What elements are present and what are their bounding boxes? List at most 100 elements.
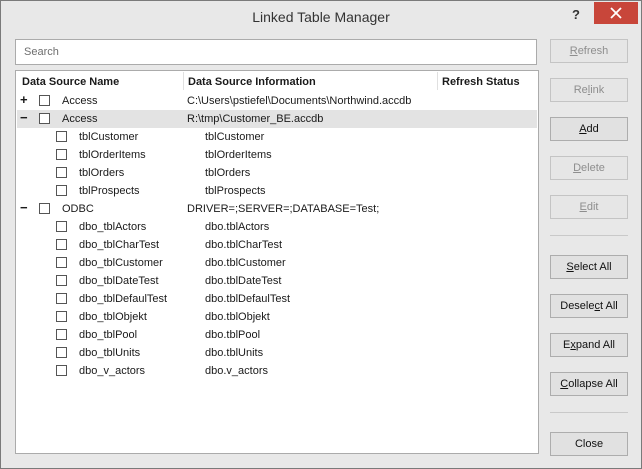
collapse-icon[interactable]: − — [20, 201, 30, 215]
refresh-button[interactable]: Refresh — [550, 39, 628, 63]
select-all-access-key: S — [566, 261, 574, 273]
column-header-info[interactable]: Data Source Information — [188, 76, 316, 88]
deselect-all-label-pre: Desele — [560, 300, 595, 312]
row-checkbox[interactable] — [56, 293, 67, 304]
source-table-name: tblProspects — [205, 185, 266, 197]
table-name: tblOrders — [79, 167, 125, 179]
close-icon — [610, 7, 622, 19]
delete-access-key: D — [573, 162, 582, 174]
row-checkbox[interactable] — [56, 257, 67, 268]
column-header-status[interactable]: Refresh Status — [442, 76, 520, 88]
row-checkbox[interactable] — [56, 311, 67, 322]
column-divider — [437, 72, 438, 90]
linked-table-row[interactable]: tblCustomer tblCustomer — [17, 128, 537, 146]
collapse-all-label: ollapse All — [568, 378, 618, 390]
source-table-name: dbo.tblDefaulTest — [205, 293, 290, 305]
linked-table-row[interactable]: tblOrderItems tblOrderItems — [17, 146, 537, 164]
linked-table-row[interactable]: dbo_tblDefaulTest dbo.tblDefaulTest — [17, 290, 537, 308]
linked-table-row[interactable]: dbo_tblUnits dbo.tblUnits — [17, 344, 537, 362]
collapse-all-button[interactable]: Collapse All — [550, 372, 628, 396]
row-checkbox[interactable] — [56, 185, 67, 196]
row-checkbox[interactable] — [56, 365, 67, 376]
table-name: tblCustomer — [79, 131, 139, 143]
expand-all-button[interactable]: Expand All — [550, 333, 628, 357]
window-title: Linked Table Manager — [252, 9, 390, 25]
linked-table-row[interactable]: dbo_tblCustomer dbo.tblCustomer — [17, 254, 537, 272]
collapse-icon[interactable]: − — [20, 111, 30, 125]
search-placeholder: Search — [24, 46, 59, 58]
add-access-key: A — [579, 123, 587, 135]
source-table-name: dbo.tblCustomer — [205, 257, 286, 269]
table-name: dbo_v_actors — [79, 365, 146, 377]
delete-label: elete — [581, 162, 605, 174]
source-table-name: dbo.tblActors — [205, 221, 270, 233]
data-source-name: ODBC — [62, 203, 94, 215]
row-checkbox[interactable] — [56, 329, 67, 340]
source-table-name: tblOrders — [205, 167, 251, 179]
data-source-info: DRIVER=;SERVER=;DATABASE=Test; — [187, 203, 380, 215]
row-checkbox[interactable] — [56, 167, 67, 178]
collapse-all-access-key: C — [560, 378, 569, 390]
delete-button[interactable]: Delete — [550, 156, 628, 180]
data-source-info: R:\tmp\Customer_BE.accdb — [187, 113, 324, 125]
row-checkbox[interactable] — [39, 203, 50, 214]
expand-all-label: pand All — [575, 339, 615, 351]
linked-table-row[interactable]: dbo_tblPool dbo.tblPool — [17, 326, 537, 344]
refresh-access-key: R — [569, 45, 578, 57]
table-name: dbo_tblDateTest — [79, 275, 159, 287]
row-checkbox[interactable] — [56, 347, 67, 358]
deselect-all-button[interactable]: Deselect All — [550, 294, 628, 318]
row-checkbox[interactable] — [39, 113, 50, 124]
linked-table-row[interactable]: tblProspects tblProspects — [17, 182, 537, 200]
row-checkbox[interactable] — [39, 95, 50, 106]
table-name: tblOrderItems — [79, 149, 146, 161]
select-all-label: elect All — [573, 261, 612, 273]
data-source-name: Access — [62, 95, 98, 107]
linked-table-row[interactable]: dbo_tblDateTest dbo.tblDateTest — [17, 272, 537, 290]
linked-table-row[interactable]: dbo_tblObjekt dbo.tblObjekt — [17, 308, 537, 326]
table-name: dbo_tblObjekt — [79, 311, 147, 323]
table-name: dbo_tblDefaulTest — [79, 293, 168, 305]
row-checkbox[interactable] — [56, 131, 67, 142]
source-table-name: dbo.tblPool — [205, 329, 261, 341]
row-checkbox[interactable] — [56, 275, 67, 286]
table-name: dbo_tblCharTest — [79, 239, 160, 251]
data-source-group-row[interactable]: − ODBC DRIVER=;SERVER=;DATABASE=Test; — [17, 200, 537, 218]
expand-icon[interactable]: + — [20, 93, 30, 107]
source-table-name: dbo.v_actors — [205, 365, 268, 377]
linked-table-row[interactable]: tblOrders tblOrders — [17, 164, 537, 182]
close-button[interactable]: Close — [550, 432, 628, 456]
window-close-button[interactable] — [594, 2, 638, 24]
help-button[interactable]: ? — [564, 4, 588, 26]
table-name: dbo_tblUnits — [79, 347, 141, 359]
table-name: dbo_tblPool — [79, 329, 138, 341]
column-header-name[interactable]: Data Source Name — [22, 76, 119, 88]
table-name: dbo_tblActors — [79, 221, 147, 233]
row-checkbox[interactable] — [56, 239, 67, 250]
relink-button[interactable]: Relink — [550, 78, 628, 102]
select-all-button[interactable]: Select All — [550, 255, 628, 279]
source-table-name: dbo.tblDateTest — [205, 275, 282, 287]
edit-access-key: E — [579, 201, 587, 213]
linked-table-tree: Data Source Name Data Source Information… — [15, 70, 539, 454]
source-table-name: dbo.tblObjekt — [205, 311, 270, 323]
linked-table-row[interactable]: dbo_tblActors dbo.tblActors — [17, 218, 537, 236]
data-source-group-row[interactable]: + Access C:\Users\pstiefel\Documents\North… — [17, 92, 537, 110]
add-button[interactable]: Add — [550, 117, 628, 141]
source-table-name: tblOrderItems — [205, 149, 272, 161]
row-checkbox[interactable] — [56, 149, 67, 160]
data-source-group-row[interactable]: − Access R:\tmp\Customer_BE.accdb — [17, 110, 537, 128]
search-input[interactable]: Search — [15, 39, 537, 65]
edit-button[interactable]: Edit — [550, 195, 628, 219]
relink-label-pre: Re — [573, 84, 588, 96]
linked-table-manager-dialog: Linked Table Manager ? Search Data Sourc… — [0, 0, 642, 469]
table-name: tblProspects — [79, 185, 140, 197]
linked-table-row[interactable]: dbo_v_actors dbo.v_actors — [17, 362, 537, 380]
column-divider — [183, 72, 184, 90]
relink-label: ink — [590, 84, 605, 96]
title-bar: Linked Table Manager ? — [1, 1, 641, 31]
deselect-all-label: t All — [600, 300, 618, 312]
row-checkbox[interactable] — [56, 221, 67, 232]
table-name: dbo_tblCustomer — [79, 257, 163, 269]
linked-table-row[interactable]: dbo_tblCharTest dbo.tblCharTest — [17, 236, 537, 254]
